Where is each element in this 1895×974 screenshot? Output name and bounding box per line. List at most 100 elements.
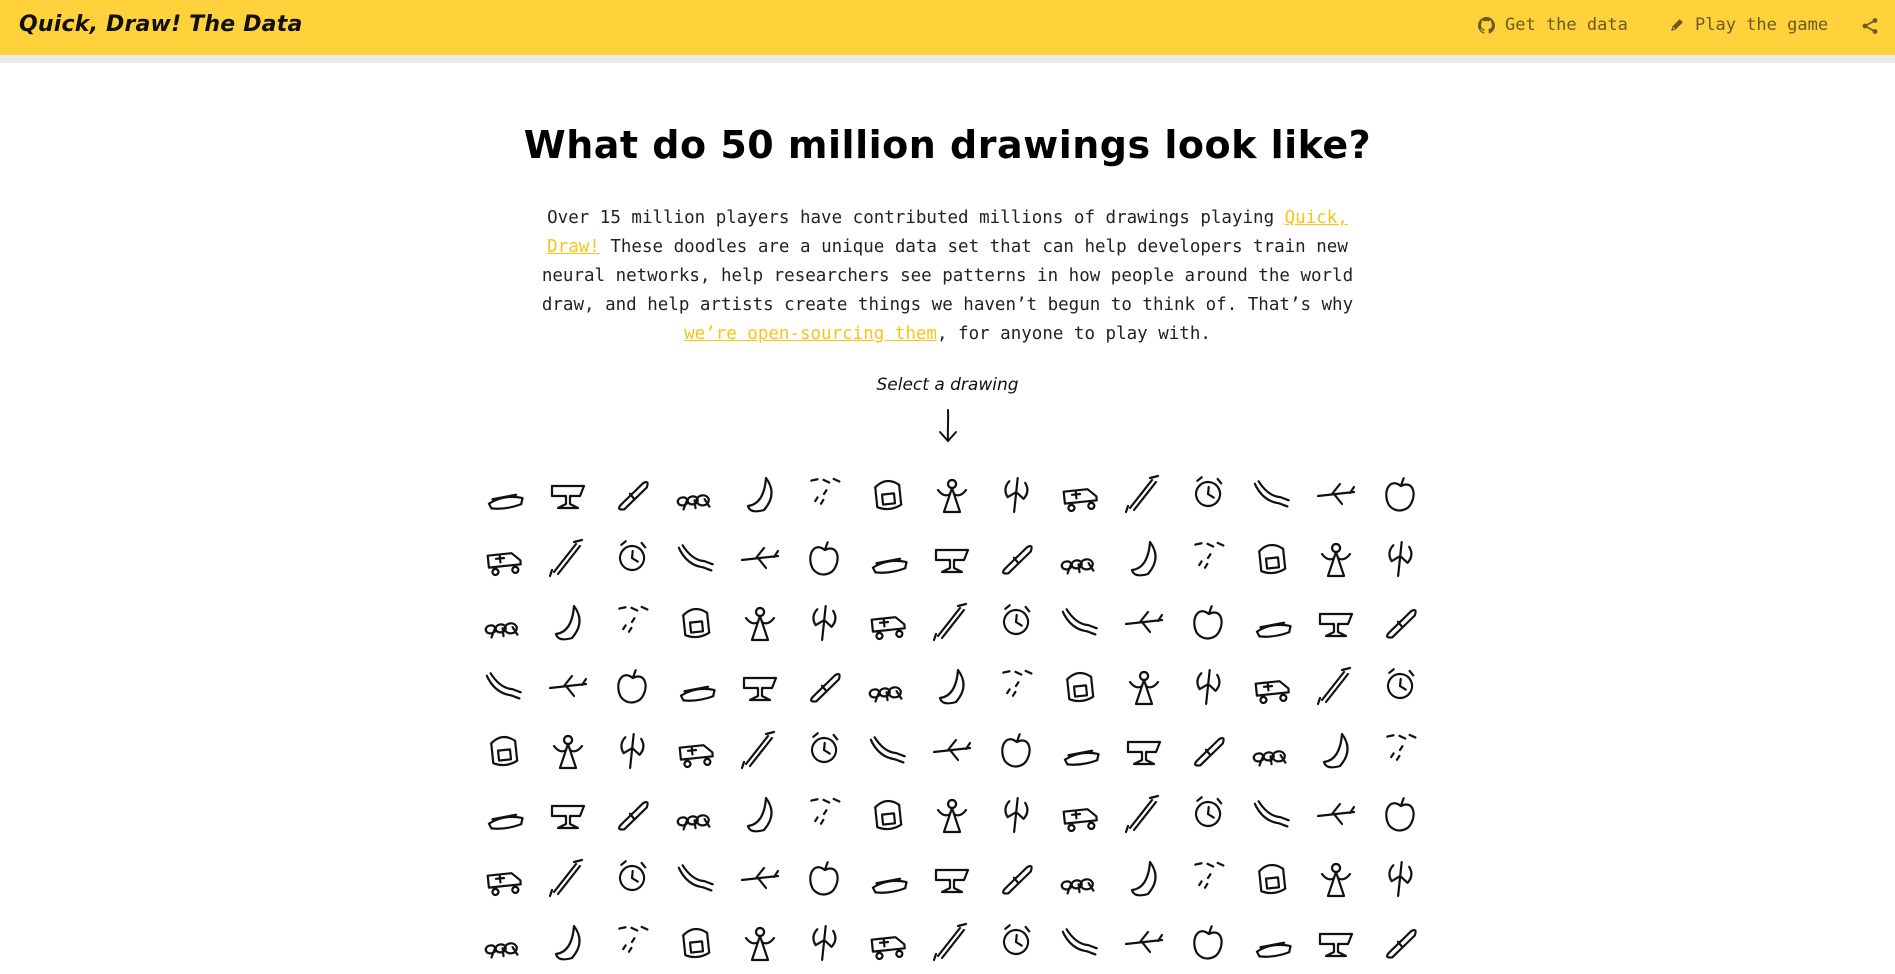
drawing-aircraft-carrier[interactable] bbox=[472, 462, 536, 526]
drawing-bracelet[interactable] bbox=[1048, 590, 1112, 654]
drawing-asparagus[interactable] bbox=[1112, 462, 1176, 526]
drawing-banana[interactable] bbox=[1304, 462, 1368, 526]
drawing-elephant[interactable] bbox=[1304, 846, 1368, 910]
drawing-bear[interactable] bbox=[984, 526, 1048, 590]
drawing-fire-hydrant[interactable] bbox=[984, 910, 1048, 974]
drawing-apple[interactable] bbox=[984, 462, 1048, 526]
drawing-circle[interactable] bbox=[1176, 718, 1240, 782]
drawing-calendar[interactable] bbox=[984, 654, 1048, 718]
drawing-church[interactable] bbox=[1112, 718, 1176, 782]
drawing-beach[interactable] bbox=[920, 526, 984, 590]
drawing-chandelier[interactable] bbox=[1048, 718, 1112, 782]
drawing-elbow[interactable] bbox=[1240, 846, 1304, 910]
drawing-feather[interactable] bbox=[792, 910, 856, 974]
drawing-computer[interactable] bbox=[600, 782, 664, 846]
open-source-link[interactable]: we’re open-sourcing them bbox=[684, 324, 937, 344]
drawing-broccoli[interactable] bbox=[1304, 590, 1368, 654]
drawing-donut[interactable] bbox=[664, 846, 728, 910]
drawing-dresser[interactable] bbox=[856, 846, 920, 910]
drawing-bee[interactable] bbox=[1176, 526, 1240, 590]
drawing-diving-board[interactable] bbox=[472, 846, 536, 910]
drawing-castle[interactable] bbox=[664, 718, 728, 782]
drawing-ant[interactable] bbox=[856, 462, 920, 526]
drawing-flamingo[interactable] bbox=[1240, 910, 1304, 974]
drawing-book[interactable] bbox=[792, 590, 856, 654]
drawing-carrot[interactable] bbox=[600, 718, 664, 782]
drawing-dumbbell[interactable] bbox=[1112, 846, 1176, 910]
drawing-ear[interactable] bbox=[1176, 846, 1240, 910]
drawing-cat[interactable] bbox=[728, 718, 792, 782]
drawing-cactus[interactable] bbox=[792, 654, 856, 718]
drawing-bush[interactable] bbox=[664, 654, 728, 718]
drawing-cloud[interactable] bbox=[1368, 718, 1432, 782]
drawing-camel[interactable] bbox=[1048, 654, 1112, 718]
drawing-brain[interactable] bbox=[1112, 590, 1176, 654]
drawing-bus[interactable] bbox=[600, 654, 664, 718]
drawing-fireplace[interactable] bbox=[1048, 910, 1112, 974]
drawing-calculator[interactable] bbox=[920, 654, 984, 718]
drawing-duck[interactable] bbox=[1048, 846, 1112, 910]
drawing-couch[interactable] bbox=[792, 782, 856, 846]
drawing-bed[interactable] bbox=[1112, 526, 1176, 590]
drawing-belt[interactable] bbox=[1240, 526, 1304, 590]
drawing-cup[interactable] bbox=[1240, 782, 1304, 846]
drawing-arm[interactable] bbox=[1048, 462, 1112, 526]
drawing-eyeglasses[interactable] bbox=[600, 910, 664, 974]
drawing-drill[interactable] bbox=[920, 846, 984, 910]
drawing-animal-migration[interactable] bbox=[792, 462, 856, 526]
drawing-crocodile[interactable] bbox=[1048, 782, 1112, 846]
drawing-butterfly[interactable] bbox=[728, 654, 792, 718]
drawing-compass[interactable] bbox=[536, 782, 600, 846]
drawing-fan[interactable] bbox=[728, 910, 792, 974]
drawing-cello[interactable] bbox=[856, 718, 920, 782]
drawing-bird[interactable] bbox=[536, 590, 600, 654]
play-game-link[interactable]: Play the game bbox=[1668, 15, 1828, 35]
drawing-flip-flops[interactable] bbox=[1368, 910, 1432, 974]
drawing-blueberry[interactable] bbox=[728, 590, 792, 654]
drawing-alarm-clock[interactable] bbox=[600, 462, 664, 526]
drawing-bridge[interactable] bbox=[1240, 590, 1304, 654]
drawing-canoe[interactable] bbox=[472, 718, 536, 782]
drawing-dolphin[interactable] bbox=[600, 846, 664, 910]
drawing-ceiling-fan[interactable] bbox=[792, 718, 856, 782]
drawing-coffee-cup[interactable] bbox=[472, 782, 536, 846]
drawing-face[interactable] bbox=[664, 910, 728, 974]
drawing-camouflage[interactable] bbox=[1176, 654, 1240, 718]
drawing-eye[interactable] bbox=[536, 910, 600, 974]
drawing-broom[interactable] bbox=[1368, 590, 1432, 654]
drawing-candle[interactable] bbox=[1304, 654, 1368, 718]
drawing-diamond[interactable] bbox=[1304, 782, 1368, 846]
drawing-bucket[interactable] bbox=[472, 654, 536, 718]
drawing-birthday-cake[interactable] bbox=[600, 590, 664, 654]
drawing-bathtub[interactable] bbox=[856, 526, 920, 590]
drawing-ambulance[interactable] bbox=[664, 462, 728, 526]
drawing-angel[interactable] bbox=[728, 462, 792, 526]
drawing-eraser[interactable] bbox=[472, 910, 536, 974]
site-title[interactable]: Quick, Draw! The Data bbox=[19, 12, 303, 37]
drawing-cooler[interactable] bbox=[728, 782, 792, 846]
drawing-bench[interactable] bbox=[1304, 526, 1368, 590]
drawing-clock[interactable] bbox=[1304, 718, 1368, 782]
drawing-dog[interactable] bbox=[536, 846, 600, 910]
drawing-cookie[interactable] bbox=[664, 782, 728, 846]
drawing-bicycle[interactable] bbox=[1368, 526, 1432, 590]
drawing-barn[interactable] bbox=[472, 526, 536, 590]
drawing-cannon[interactable] bbox=[1368, 654, 1432, 718]
share-icon[interactable] bbox=[1861, 17, 1879, 35]
drawing-dragon[interactable] bbox=[792, 846, 856, 910]
drawing-car[interactable] bbox=[536, 718, 600, 782]
drawing-anvil[interactable] bbox=[920, 462, 984, 526]
drawing-bowtie[interactable] bbox=[984, 590, 1048, 654]
drawing-crab[interactable] bbox=[920, 782, 984, 846]
drawing-baseball[interactable] bbox=[536, 526, 600, 590]
drawing-cell-phone[interactable] bbox=[920, 718, 984, 782]
drawing-fish[interactable] bbox=[1176, 910, 1240, 974]
drawing-clarinet[interactable] bbox=[1240, 718, 1304, 782]
drawing-flashlight[interactable] bbox=[1304, 910, 1368, 974]
drawing-dishwasher[interactable] bbox=[1368, 782, 1432, 846]
drawing-finger[interactable] bbox=[920, 910, 984, 974]
drawing-cow[interactable] bbox=[856, 782, 920, 846]
drawing-camera[interactable] bbox=[1112, 654, 1176, 718]
drawing-baseball-bat[interactable] bbox=[600, 526, 664, 590]
drawing-binoculars[interactable] bbox=[472, 590, 536, 654]
